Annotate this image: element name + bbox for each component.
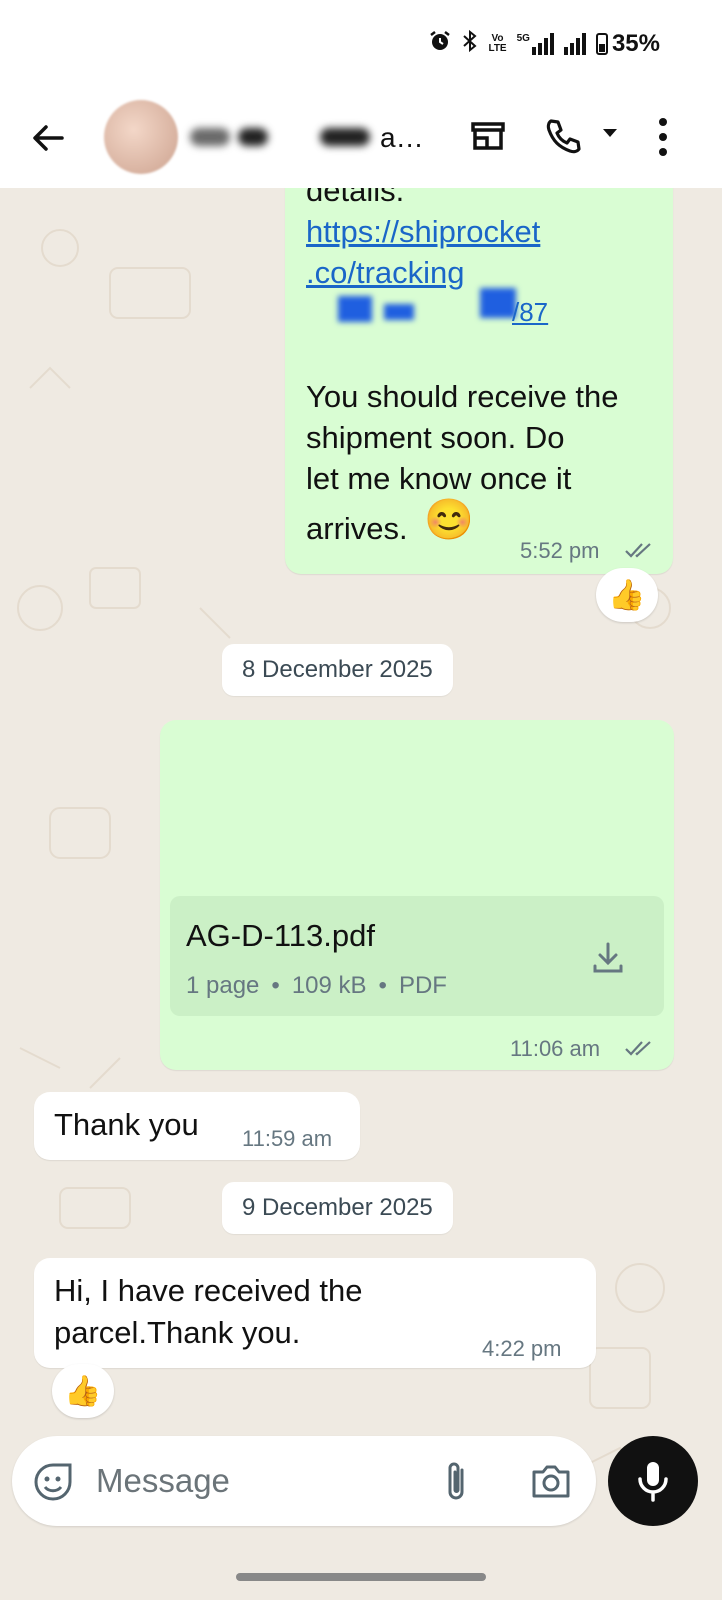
- composer-area: [0, 1540, 722, 1600]
- status-bar: Vo LTE 5G 35%: [0, 0, 722, 88]
- double-tick-icon: [625, 543, 651, 558]
- back-arrow-icon[interactable]: [28, 118, 68, 158]
- message-time: 4:22 pm: [482, 1336, 562, 1361]
- home-indicator[interactable]: [236, 1573, 486, 1581]
- redacted-name: [190, 128, 230, 146]
- signal-icon-2: [563, 33, 586, 55]
- chat-area[interactable]: details. https://shiprocket .co/tracking…: [0, 188, 722, 1540]
- message-text-line: let me know once it: [306, 461, 572, 496]
- document-type: PDF: [398, 972, 447, 999]
- signal-icon: 5G: [517, 33, 554, 55]
- reaction-thumbs-up[interactable]: 👍: [52, 1364, 114, 1418]
- document-preview[interactable]: [170, 730, 664, 894]
- double-tick-icon: [625, 1041, 651, 1056]
- sticker-icon[interactable]: [32, 1461, 74, 1503]
- tracking-link-line2[interactable]: .co/tracking: [306, 252, 465, 293]
- avatar[interactable]: [104, 100, 178, 174]
- dropdown-icon[interactable]: [600, 126, 620, 140]
- message-text-line: shipment soon. Do: [306, 420, 565, 455]
- date-separator: 9 December 2025: [222, 1182, 453, 1234]
- phone-icon[interactable]: [542, 116, 584, 158]
- bluetooth-icon: [462, 29, 478, 59]
- message-time: 11:06 am: [510, 1036, 601, 1061]
- message-placeholder: Message: [96, 1462, 230, 1499]
- download-icon[interactable]: [590, 940, 626, 976]
- shop-icon[interactable]: [468, 116, 508, 156]
- message-text-line: arrives.: [306, 511, 408, 546]
- message-time: 5:52 pm: [520, 538, 600, 563]
- message-time: 11:59 am: [242, 1126, 333, 1151]
- tracking-link-line3[interactable]: /87: [512, 292, 548, 333]
- tracking-link[interactable]: https://shiprocket: [306, 211, 540, 252]
- mic-icon: [638, 1462, 668, 1502]
- smile-emoji: 😊: [424, 498, 474, 542]
- contact-name[interactable]: a…: [380, 122, 424, 154]
- message-text-line: Hi, I have received the: [54, 1273, 363, 1308]
- battery-icon: 35%: [595, 30, 660, 58]
- redacted-link: [338, 296, 372, 322]
- alarm-icon: [428, 29, 452, 59]
- volte-indicator: Vo LTE: [488, 33, 507, 54]
- document-filename: AG-D-113.pdf: [186, 918, 375, 953]
- camera-icon[interactable]: [530, 1462, 572, 1500]
- attach-icon[interactable]: [440, 1460, 472, 1504]
- chat-header: a…: [0, 88, 722, 188]
- message-text-line: parcel.Thank you.: [54, 1315, 301, 1350]
- date-separator: 8 December 2025: [222, 644, 453, 696]
- message-input[interactable]: Message: [12, 1436, 596, 1526]
- message-text: Thank you: [54, 1107, 199, 1142]
- more-vert-icon[interactable]: [656, 116, 670, 158]
- reaction-thumbs-up[interactable]: 👍: [596, 568, 658, 622]
- message-text: details.: [306, 188, 405, 208]
- document-size: 109 kB: [291, 972, 367, 999]
- mic-button[interactable]: [608, 1436, 698, 1526]
- document-pages: 1 page: [186, 972, 260, 999]
- document-meta: 1 page • 109 kB • PDF: [186, 972, 447, 999]
- message-text-line: You should receive the: [306, 379, 619, 414]
